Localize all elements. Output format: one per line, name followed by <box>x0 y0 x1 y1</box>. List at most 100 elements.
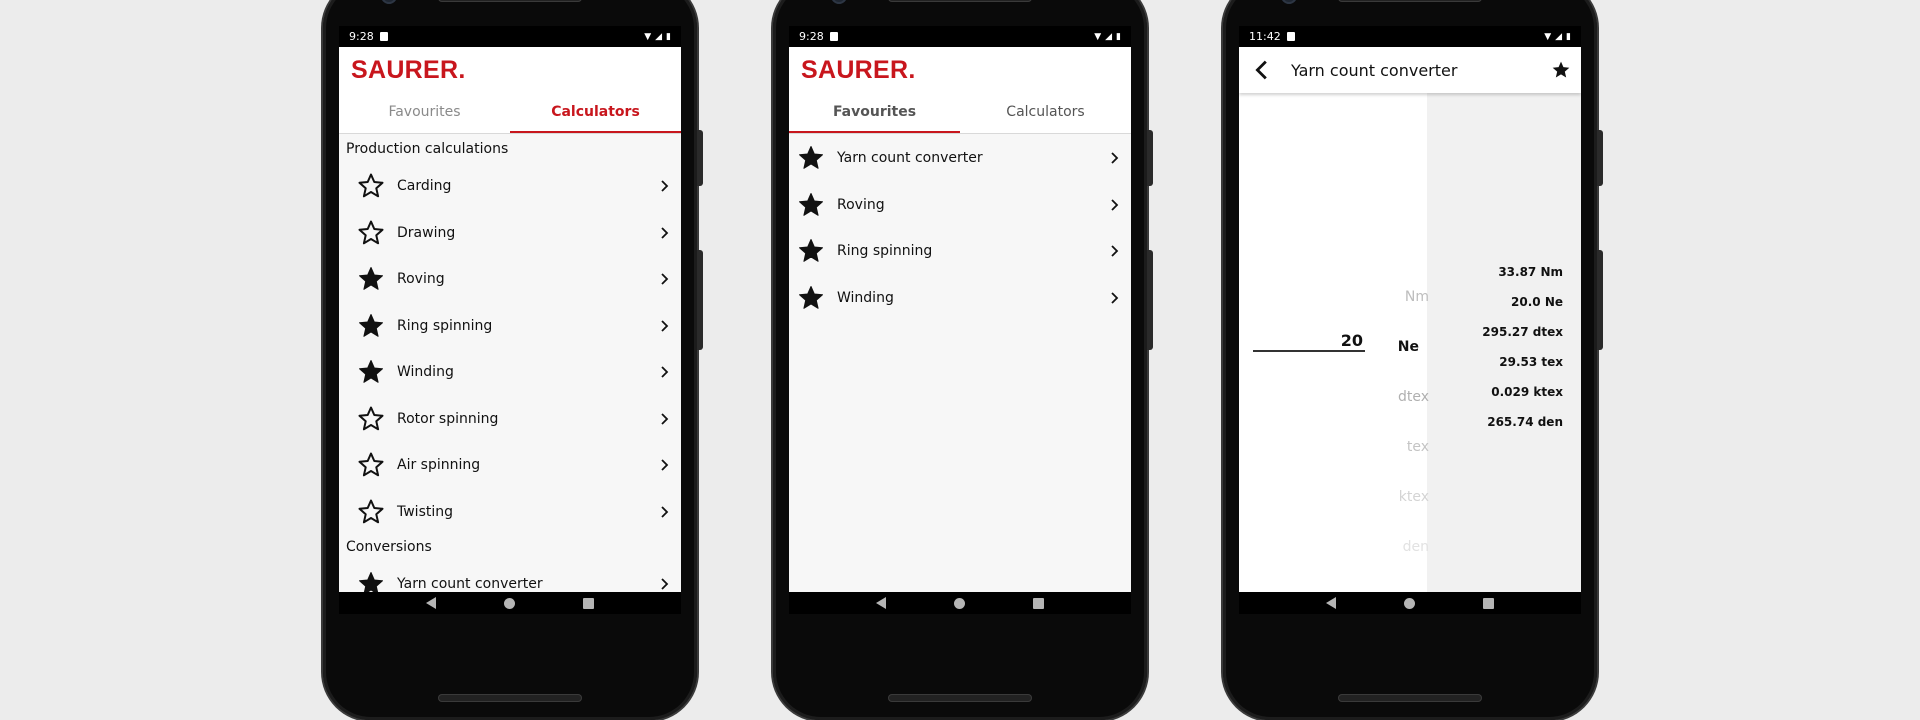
star-filled-icon[interactable] <box>797 237 825 265</box>
yarn-count-input[interactable] <box>1253 330 1365 352</box>
star-filled-icon[interactable] <box>357 358 385 386</box>
signal-icon: ◢ <box>1555 31 1563 42</box>
bottom-speaker <box>438 694 582 702</box>
screen: 11:42 ▼◢▮ Yarn count converter Nm Ne dtex t… <box>1239 26 1581 614</box>
signal-icon: ◢ <box>655 31 663 42</box>
sd-card-icon <box>829 32 838 41</box>
section-title-conversions: Conversions <box>346 539 432 555</box>
status-bar: 9:28 ▼ ◢ ▮ <box>339 26 681 47</box>
star-outline-icon[interactable] <box>357 172 385 200</box>
app-content: Yarn count converter Nm Ne dtex tex ktex den … <box>1239 47 1581 592</box>
list-item[interactable]: Yarn count converter <box>339 561 681 592</box>
screen: 9:28 ▼ ◢ ▮ SAURER. Favourites Calculators … <box>339 26 681 614</box>
list-item-label: Ring spinning <box>397 317 493 334</box>
star-outline-icon[interactable] <box>357 405 385 433</box>
list-item[interactable]: Twisting <box>339 489 681 536</box>
camera <box>831 0 847 4</box>
result-value: 20.0 Ne <box>1511 295 1563 309</box>
result-value: 29.53 tex <box>1499 355 1563 369</box>
app-content: SAURER. Favourites Calculators Productio… <box>339 47 681 592</box>
speaker <box>888 0 1032 2</box>
list-item[interactable]: Ring spinning <box>339 303 681 350</box>
list-item-label: Ring spinning <box>837 243 933 260</box>
tab-calculators[interactable]: Calculators <box>960 92 1131 133</box>
saurer-logo: SAURER. <box>789 47 1131 92</box>
android-nav-bar <box>339 592 681 614</box>
tab-bar: Favourites Calculators <box>339 92 681 134</box>
production-list: Carding Drawing Roving Ring spinning Winding… <box>339 163 681 535</box>
list-item[interactable]: Air spinning <box>339 442 681 489</box>
list-item-label: Carding <box>397 178 452 195</box>
status-time: 9:28 <box>349 30 374 43</box>
battery-icon: ▮ <box>666 31 671 42</box>
star-filled-icon[interactable] <box>797 144 825 172</box>
phone-calculators: 9:28 ▼ ◢ ▮ SAURER. Favourites Calculators … <box>323 0 703 720</box>
chevron-right-icon <box>661 320 669 332</box>
list-item-label: Winding <box>837 289 894 306</box>
nav-back-icon[interactable] <box>1326 597 1336 609</box>
battery-icon: ▮ <box>1566 31 1571 42</box>
chevron-right-icon <box>1111 199 1119 211</box>
volume-button <box>697 250 703 350</box>
volume-button <box>1597 250 1603 350</box>
list-item[interactable]: Carding <box>339 163 681 210</box>
unit-option[interactable]: Nm <box>1369 289 1429 305</box>
chevron-right-icon <box>661 273 669 285</box>
star-filled-icon[interactable] <box>357 570 385 592</box>
star-filled-icon[interactable] <box>357 312 385 340</box>
favourites-list: Yarn count converter Roving Ring spinning W… <box>789 134 1131 321</box>
list-item[interactable]: Yarn count converter <box>789 135 1131 182</box>
list-item-label: Yarn count converter <box>397 576 543 592</box>
nav-recent-icon[interactable] <box>1033 597 1044 609</box>
list-item-label: Rotor spinning <box>397 410 499 427</box>
screen: 9:28 ▼ ◢ ▮ SAURER. Favourites Calculators … <box>789 26 1131 614</box>
nav-recent-icon[interactable] <box>583 597 594 609</box>
nav-home-icon[interactable] <box>1404 597 1415 609</box>
screen-title: Yarn count converter <box>1291 60 1458 80</box>
nav-back-icon[interactable] <box>876 597 886 609</box>
nav-back-icon[interactable] <box>426 597 436 609</box>
tab-calculators[interactable]: Calculators <box>510 92 681 133</box>
status-time: 9:28 <box>799 30 824 43</box>
nav-home-icon[interactable] <box>504 597 515 609</box>
tab-bar: Favourites Calculators <box>789 92 1131 134</box>
back-arrow-icon[interactable] <box>1249 56 1277 84</box>
power-button <box>697 130 703 186</box>
nav-home-icon[interactable] <box>954 597 965 609</box>
list-item[interactable]: Roving <box>339 256 681 303</box>
unit-option[interactable]: ktex <box>1369 489 1429 505</box>
signal-icon: ◢ <box>1105 31 1113 42</box>
list-item[interactable]: Rotor spinning <box>339 396 681 443</box>
list-item-label: Drawing <box>397 224 456 241</box>
list-item[interactable]: Winding <box>339 349 681 396</box>
list-item[interactable]: Winding <box>789 275 1131 322</box>
star-outline-icon[interactable] <box>357 451 385 479</box>
unit-option[interactable]: den <box>1369 539 1429 555</box>
conversions-list: Yarn count converter <box>339 561 681 592</box>
chevron-right-icon <box>1111 292 1119 304</box>
tab-favourites[interactable]: Favourites <box>789 92 960 133</box>
nav-recent-icon[interactable] <box>1483 597 1494 609</box>
list-item[interactable]: Drawing <box>339 210 681 257</box>
status-time: 11:42 <box>1249 30 1281 43</box>
star-filled-icon[interactable] <box>797 191 825 219</box>
unit-option[interactable]: Ne <box>1359 339 1419 355</box>
sd-card-icon <box>379 32 388 41</box>
list-item[interactable]: Ring spinning <box>789 228 1131 275</box>
wifi-icon: ▼ <box>1094 31 1102 42</box>
chevron-right-icon <box>661 506 669 518</box>
list-item-label: Yarn count converter <box>837 150 983 167</box>
phone-favourites: 9:28 ▼ ◢ ▮ SAURER. Favourites Calculators … <box>773 0 1153 720</box>
star-filled-icon[interactable] <box>1551 60 1571 80</box>
tab-favourites[interactable]: Favourites <box>339 92 510 133</box>
chevron-right-icon <box>661 578 669 590</box>
volume-button <box>1147 250 1153 350</box>
unit-option[interactable]: tex <box>1369 439 1429 455</box>
star-filled-icon[interactable] <box>357 265 385 293</box>
star-outline-icon[interactable] <box>357 498 385 526</box>
star-filled-icon[interactable] <box>797 284 825 312</box>
list-item[interactable]: Roving <box>789 182 1131 229</box>
unit-option[interactable]: dtex <box>1369 389 1429 405</box>
star-outline-icon[interactable] <box>357 219 385 247</box>
saurer-logo: SAURER. <box>339 47 681 92</box>
